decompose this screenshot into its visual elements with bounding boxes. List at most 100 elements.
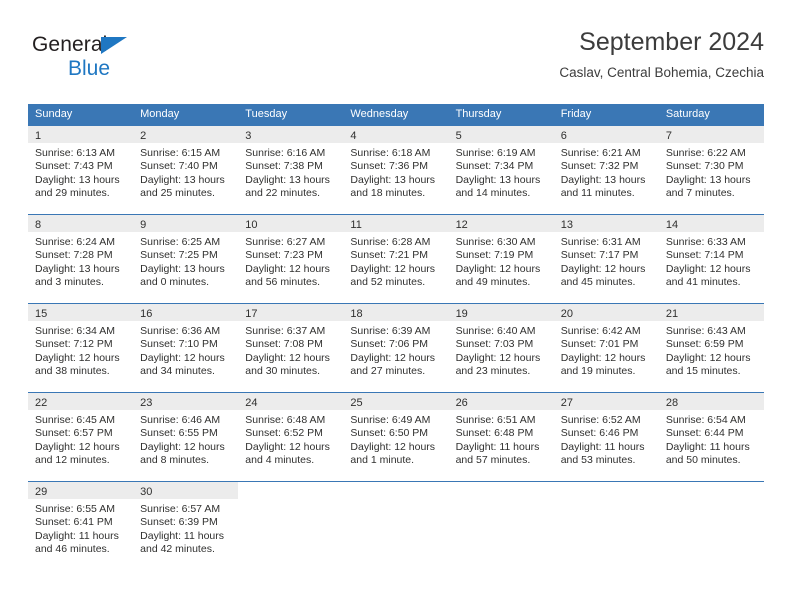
- weekday-saturday: Saturday: [665, 108, 710, 120]
- calendar-grid: Sunday Monday Tuesday Wednesday Thursday…: [28, 104, 764, 567]
- day-cell[interactable]: 16 Sunrise: 6:36 AM Sunset: 7:10 PM Dayl…: [133, 303, 239, 392]
- weekday-sunday: Sunday: [35, 108, 73, 120]
- day-details: Sunrise: 6:18 AM Sunset: 7:36 PM Dayligh…: [343, 143, 448, 201]
- daylight-text-line1: Daylight: 11 hours: [560, 440, 645, 453]
- daylight-text-line2: and 7 minutes.: [665, 187, 735, 200]
- day-number: 11: [350, 219, 362, 231]
- day-cell[interactable]: 11 Sunrise: 6:28 AM Sunset: 7:21 PM Dayl…: [343, 214, 449, 303]
- day-number-band: 13: [553, 215, 659, 232]
- sunrise-text: Sunrise: 6:57 AM: [140, 503, 221, 515]
- day-cell[interactable]: 3 Sunrise: 6:16 AM Sunset: 7:38 PM Dayli…: [238, 125, 344, 214]
- sunrise-text: Sunrise: 6:34 AM: [35, 325, 115, 337]
- logo-triangle-icon: [101, 37, 127, 54]
- day-number: 2: [140, 130, 147, 142]
- day-details: Sunrise: 6:45 AM Sunset: 6:57 PM Dayligh…: [28, 410, 133, 468]
- daylight-text-line2: and 12 minutes.: [35, 454, 110, 467]
- day-details: Sunrise: 6:37 AM Sunset: 7:08 PM Dayligh…: [238, 321, 343, 379]
- day-number-band: 26: [448, 393, 554, 410]
- day-cell[interactable]: 26 Sunrise: 6:51 AM Sunset: 6:48 PM Dayl…: [448, 392, 554, 481]
- day-cell[interactable]: 27 Sunrise: 6:52 AM Sunset: 6:46 PM Dayl…: [553, 392, 659, 481]
- day-cell[interactable]: 15 Sunrise: 6:34 AM Sunset: 7:12 PM Dayl…: [28, 303, 134, 392]
- day-number-band: 25: [343, 393, 449, 410]
- day-details: Sunrise: 6:22 AM Sunset: 7:30 PM Dayligh…: [659, 143, 764, 201]
- calendar-page: General Blue September 2024 Caslav, Cent…: [0, 0, 792, 612]
- day-cell[interactable]: 10 Sunrise: 6:27 AM Sunset: 7:23 PM Dayl…: [238, 214, 344, 303]
- sunset-text: Sunset: 7:25 PM: [140, 249, 218, 262]
- daylight-text-line2: and 25 minutes.: [140, 187, 215, 200]
- sunrise-text: Sunrise: 6:16 AM: [245, 147, 326, 159]
- daylight-text-line2: and 4 minutes.: [245, 454, 315, 467]
- day-number-band: 5: [448, 126, 554, 143]
- daylight-text-line1: Daylight: 11 hours: [35, 529, 119, 542]
- weekday-tuesday: Tuesday: [245, 108, 288, 120]
- week-row: 8 Sunrise: 6:24 AM Sunset: 7:28 PM Dayli…: [28, 214, 764, 303]
- day-number-band: 6: [553, 126, 659, 143]
- day-cell[interactable]: 30 Sunrise: 6:57 AM Sunset: 6:39 PM Dayl…: [133, 481, 239, 567]
- page-header: General Blue September 2024 Caslav, Cent…: [28, 26, 764, 94]
- day-details: Sunrise: 6:24 AM Sunset: 7:28 PM Dayligh…: [28, 232, 133, 290]
- daylight-text-line2: and 23 minutes.: [455, 365, 531, 378]
- page-subtitle: Caslav, Central Bohemia, Czechia: [559, 65, 764, 80]
- day-cell[interactable]: 23 Sunrise: 6:46 AM Sunset: 6:55 PM Dayl…: [133, 392, 239, 481]
- day-number-band: 18: [343, 304, 449, 321]
- sunrise-text: Sunrise: 6:21 AM: [560, 147, 641, 159]
- day-number: 18: [350, 308, 363, 320]
- logo-text-general: General: [32, 33, 108, 56]
- daylight-text-line1: Daylight: 12 hours: [35, 351, 120, 364]
- sunrise-text: Sunrise: 6:30 AM: [455, 236, 536, 248]
- sunset-text: Sunset: 6:48 PM: [455, 427, 534, 440]
- daylight-text-line2: and 19 minutes.: [560, 365, 636, 378]
- day-cell[interactable]: 21 Sunrise: 6:43 AM Sunset: 6:59 PM Dayl…: [658, 303, 764, 392]
- sunrise-text: Sunrise: 6:13 AM: [35, 147, 115, 159]
- sunset-text: Sunset: 7:14 PM: [665, 249, 744, 262]
- day-cell[interactable]: 13 Sunrise: 6:31 AM Sunset: 7:17 PM Dayl…: [553, 214, 659, 303]
- weekday-thursday: Thursday: [455, 108, 502, 120]
- sunrise-text: Sunrise: 6:27 AM: [245, 236, 326, 248]
- day-cell[interactable]: 18 Sunrise: 6:39 AM Sunset: 7:06 PM Dayl…: [343, 303, 449, 392]
- day-cell[interactable]: 17 Sunrise: 6:37 AM Sunset: 7:08 PM Dayl…: [238, 303, 344, 392]
- sunset-text: Sunset: 7:28 PM: [35, 249, 113, 262]
- day-cell[interactable]: 7 Sunrise: 6:22 AM Sunset: 7:30 PM Dayli…: [658, 125, 764, 214]
- day-cell[interactable]: 9 Sunrise: 6:25 AM Sunset: 7:25 PM Dayli…: [133, 214, 239, 303]
- day-cell[interactable]: 19 Sunrise: 6:40 AM Sunset: 7:03 PM Dayl…: [448, 303, 554, 392]
- day-cell[interactable]: 24 Sunrise: 6:48 AM Sunset: 6:52 PM Dayl…: [238, 392, 344, 481]
- day-number-band: 15: [28, 304, 134, 321]
- day-cell[interactable]: 2 Sunrise: 6:15 AM Sunset: 7:40 PM Dayli…: [133, 125, 239, 214]
- daylight-text-line1: Daylight: 12 hours: [350, 440, 436, 453]
- day-cell-empty: [553, 481, 659, 567]
- day-cell[interactable]: 12 Sunrise: 6:30 AM Sunset: 7:19 PM Dayl…: [448, 214, 554, 303]
- day-details: Sunrise: 6:21 AM Sunset: 7:32 PM Dayligh…: [554, 143, 659, 201]
- sunset-text: Sunset: 7:19 PM: [455, 249, 534, 262]
- day-cell[interactable]: 8 Sunrise: 6:24 AM Sunset: 7:28 PM Dayli…: [28, 214, 134, 303]
- sunset-text: Sunset: 6:44 PM: [665, 427, 744, 440]
- day-cell[interactable]: 22 Sunrise: 6:45 AM Sunset: 6:57 PM Dayl…: [28, 392, 134, 481]
- day-cell[interactable]: 20 Sunrise: 6:42 AM Sunset: 7:01 PM Dayl…: [553, 303, 659, 392]
- day-cell[interactable]: 6 Sunrise: 6:21 AM Sunset: 7:32 PM Dayli…: [553, 125, 659, 214]
- daylight-text-line1: Daylight: 12 hours: [140, 351, 225, 364]
- sunrise-text: Sunrise: 6:46 AM: [140, 414, 221, 426]
- day-details: Sunrise: 6:13 AM Sunset: 7:43 PM Dayligh…: [28, 143, 133, 201]
- day-cell[interactable]: 25 Sunrise: 6:49 AM Sunset: 6:50 PM Dayl…: [343, 392, 449, 481]
- general-blue-logo[interactable]: General Blue: [32, 32, 182, 88]
- daylight-text-line2: and 50 minutes.: [665, 454, 741, 467]
- day-number-band: 19: [448, 304, 554, 321]
- day-number: 14: [665, 219, 679, 231]
- day-cell[interactable]: 4 Sunrise: 6:18 AM Sunset: 7:36 PM Dayli…: [343, 125, 449, 214]
- sunrise-text: Sunrise: 6:51 AM: [455, 414, 536, 426]
- sunset-text: Sunset: 7:08 PM: [245, 338, 323, 351]
- daylight-text-line1: Daylight: 13 hours: [35, 262, 120, 275]
- day-details: Sunrise: 6:46 AM Sunset: 6:55 PM Dayligh…: [133, 410, 238, 468]
- day-details: Sunrise: 6:39 AM Sunset: 7:06 PM Dayligh…: [343, 321, 448, 379]
- sunrise-text: Sunrise: 6:24 AM: [35, 236, 115, 248]
- day-cell[interactable]: 29 Sunrise: 6:55 AM Sunset: 6:41 PM Dayl…: [28, 481, 134, 567]
- day-cell[interactable]: 28 Sunrise: 6:54 AM Sunset: 6:44 PM Dayl…: [658, 392, 764, 481]
- daylight-text-line2: and 53 minutes.: [560, 454, 636, 467]
- day-cell[interactable]: 14 Sunrise: 6:33 AM Sunset: 7:14 PM Dayl…: [658, 214, 764, 303]
- day-number: 8: [35, 219, 42, 231]
- sunset-text: Sunset: 7:21 PM: [350, 249, 429, 262]
- sunrise-text: Sunrise: 6:55 AM: [35, 503, 115, 515]
- day-cell[interactable]: 1 Sunrise: 6:13 AM Sunset: 7:43 PM Dayli…: [28, 125, 134, 214]
- day-cell[interactable]: 5 Sunrise: 6:19 AM Sunset: 7:34 PM Dayli…: [448, 125, 554, 214]
- sunrise-text: Sunrise: 6:31 AM: [560, 236, 641, 248]
- daylight-text-line2: and 3 minutes.: [35, 276, 104, 289]
